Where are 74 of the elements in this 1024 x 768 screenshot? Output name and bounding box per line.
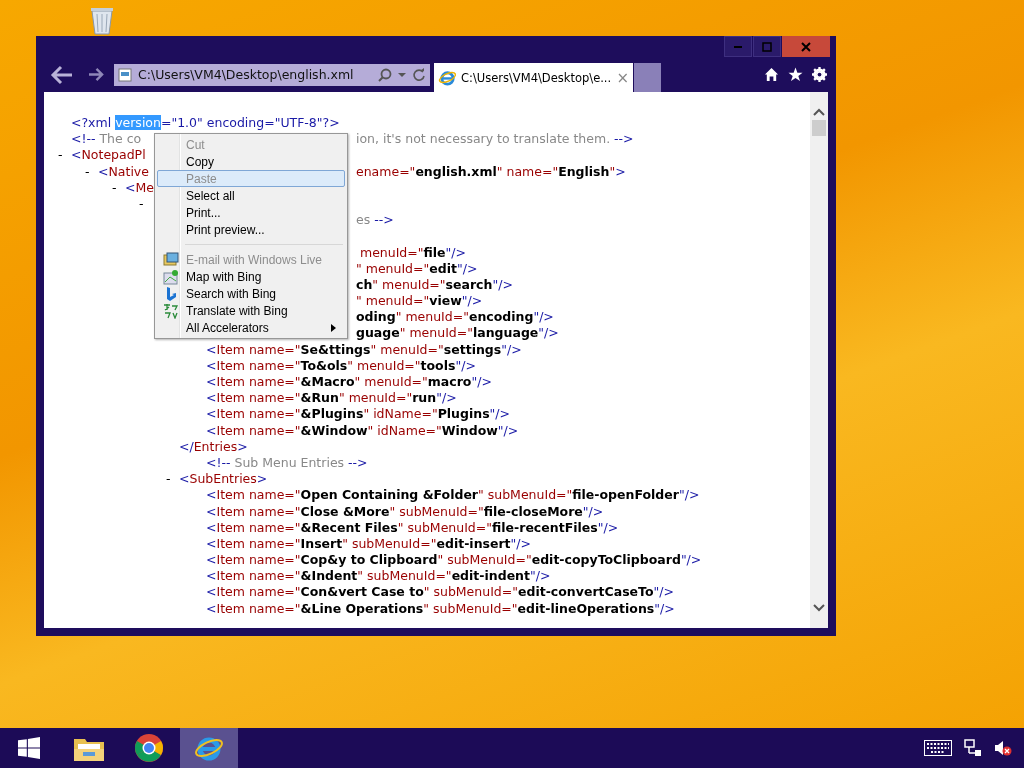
xml-line: <Item name="Con&vert Case to" subMenuId="edit-convertCaseTo"/> bbox=[206, 584, 674, 601]
collapse-toggle[interactable]: - bbox=[58, 147, 71, 164]
xml-line: guage" menuId="language"/> bbox=[356, 325, 559, 342]
menu-item[interactable]: Print preview... bbox=[157, 221, 345, 238]
scrollbar[interactable] bbox=[810, 92, 828, 628]
back-arrow-icon[interactable] bbox=[50, 64, 74, 85]
xml-line: <SubEntries> bbox=[179, 471, 268, 488]
page-icon bbox=[118, 67, 132, 82]
xml-comment: <!-- Sub Menu Entries --> bbox=[206, 454, 368, 472]
muted-speaker-icon[interactable] bbox=[994, 739, 1012, 757]
browser-tab[interactable]: C:\Users\VM4\Desktop\e... × bbox=[434, 63, 633, 92]
xml-line: <Item name="&Line Operations" subMenuId="edit-lineOperations"/> bbox=[206, 600, 675, 617]
xml-line: <Item name="&Macro" menuId="macro"/> bbox=[206, 374, 492, 391]
collapse-toggle[interactable]: - bbox=[112, 179, 125, 196]
xml-line: <Item name="&Indent" subMenuId="edit-indent"/> bbox=[206, 568, 551, 585]
maximize-icon bbox=[762, 41, 772, 52]
minimize-icon bbox=[734, 45, 742, 48]
xml-line: <Me bbox=[125, 179, 154, 196]
xml-line: " menuId="edit"/> bbox=[356, 260, 478, 277]
xml-line: </Entries> bbox=[179, 438, 248, 455]
xml-line: " menuId="view"/> bbox=[356, 293, 483, 310]
menu-item[interactable]: Search with Bing bbox=[157, 285, 345, 302]
xml-line: <Item name="Close &More" subMenuId="file-closeMore"/> bbox=[206, 503, 604, 520]
refresh-icon[interactable] bbox=[412, 67, 426, 82]
xml-line: oding" menuId="encoding"/> bbox=[356, 309, 554, 326]
xml-line: <Item name="&Recent Files" subMenuId="file-recentFiles"/> bbox=[206, 519, 619, 536]
xml-line: <Item name="Insert" subMenuId="edit-insert"/> bbox=[206, 535, 532, 553]
xml-line: <Item name="Open Containing &Folder" subMenuId="file-openFolder"/> bbox=[206, 487, 700, 504]
collapse-toggle[interactable]: - bbox=[139, 195, 152, 213]
xml-line: <Item name="&Plugins" idName="Plugins"/> bbox=[206, 406, 510, 423]
star-icon[interactable] bbox=[788, 67, 803, 82]
menu-item[interactable]: Select all bbox=[157, 187, 345, 204]
windows-logo-icon bbox=[18, 737, 40, 759]
submenu-arrow-icon bbox=[331, 323, 336, 332]
xml-line: <?xml version="1.0" encoding="UTF-8"?> bbox=[71, 115, 340, 132]
xml-line: ion, it's not necessary to translate them. --> bbox=[356, 131, 634, 148]
menu-item[interactable]: Copy bbox=[157, 153, 345, 170]
xml-line: <Native bbox=[98, 163, 149, 180]
address-bar[interactable]: C:\Users\VM4\Desktop\english.xml bbox=[114, 63, 430, 86]
collapse-toggle[interactable]: - bbox=[85, 163, 98, 180]
home-icon[interactable] bbox=[764, 67, 779, 82]
xml-line: <Item name="To&ols" menuId="tools"/> bbox=[206, 357, 476, 374]
menu-item[interactable]: Map with Bing bbox=[157, 268, 345, 285]
scroll-down-icon[interactable] bbox=[813, 604, 825, 612]
menu-item[interactable]: All Accelerators bbox=[157, 319, 345, 336]
translate-icon bbox=[163, 302, 179, 319]
network-icon[interactable] bbox=[964, 739, 982, 757]
menu-item[interactable]: Print... bbox=[157, 204, 345, 221]
scroll-up-icon[interactable] bbox=[813, 108, 825, 116]
xml-line: <Item name="&Window" idName="Window"/> bbox=[206, 422, 519, 439]
forward-arrow-icon[interactable] bbox=[88, 67, 105, 82]
map-icon bbox=[163, 268, 179, 285]
xml-line: <Item name="Cop&y to Clipboard" subMenuId="edit-copyToClipboard"/> bbox=[206, 552, 702, 569]
menu-item[interactable]: Translate with Bing bbox=[157, 302, 345, 319]
xml-line: ch" menuId="search"/> bbox=[356, 276, 513, 294]
xml-line: <!-- The co bbox=[71, 131, 142, 148]
xml-line: ename="english.xml" name="English"> bbox=[356, 163, 626, 180]
xml-line: menuId="file"/> bbox=[358, 244, 466, 261]
tab-close-button[interactable]: × bbox=[616, 68, 629, 87]
round-logo-icon bbox=[134, 733, 164, 763]
mail-icon bbox=[163, 251, 179, 268]
search-icon[interactable] bbox=[378, 67, 392, 82]
close-icon bbox=[801, 41, 811, 52]
settings-icon[interactable] bbox=[812, 67, 827, 82]
xml-comment: es --> bbox=[356, 212, 394, 229]
xml-line: <NotepadPl bbox=[71, 147, 146, 164]
e-logo-icon bbox=[438, 68, 457, 87]
caret-icon[interactable] bbox=[398, 71, 406, 78]
keyboard-icon[interactable] bbox=[924, 740, 952, 756]
scrollbar-thumb[interactable] bbox=[812, 120, 826, 136]
close-icon-button[interactable] bbox=[782, 36, 830, 57]
xml-line: <Item name="Se&ttings" menuId="settings"/> bbox=[206, 341, 522, 358]
collapse-toggle[interactable]: - bbox=[166, 471, 179, 488]
xml-line: <Item name="&Run" menuId="run"/> bbox=[206, 390, 457, 407]
